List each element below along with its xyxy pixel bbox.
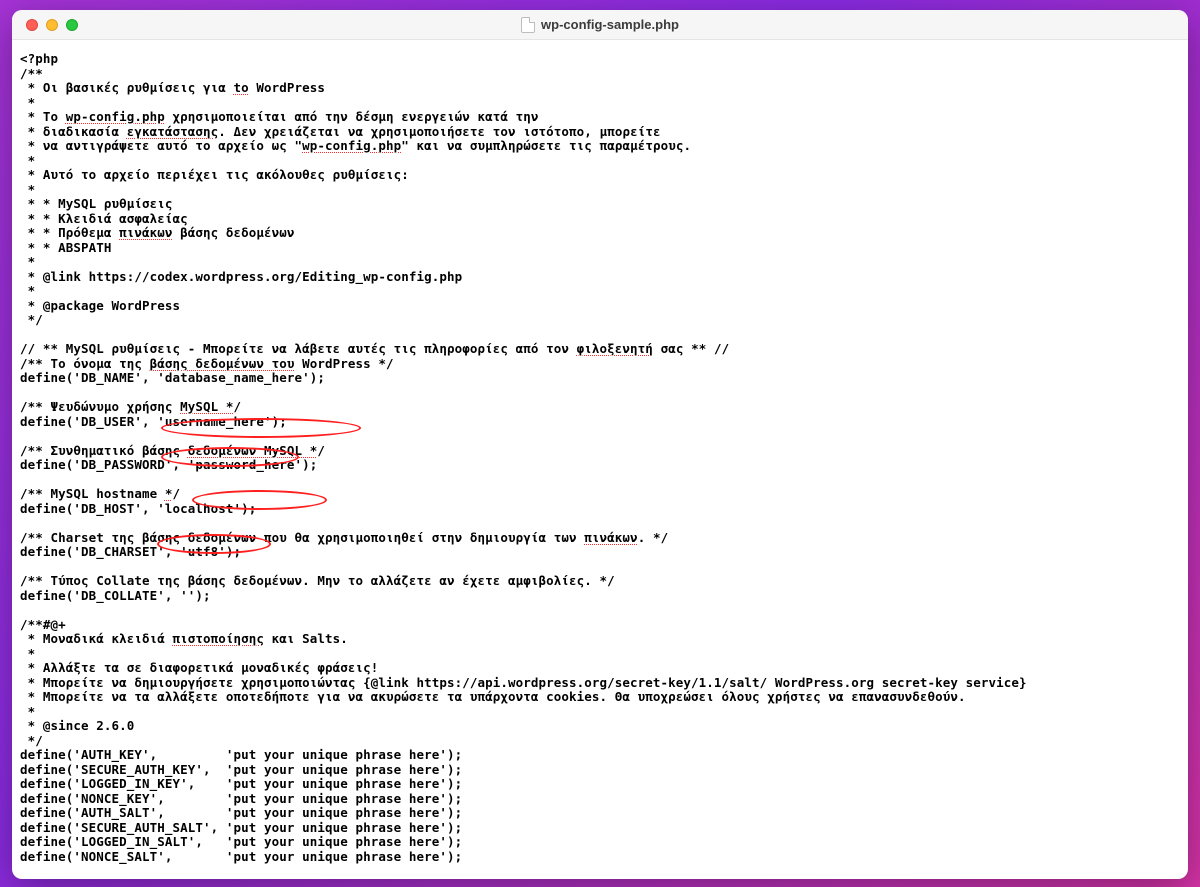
misspell: δεδομένων MySQL * xyxy=(188,443,318,458)
misspell: πινάκων xyxy=(584,530,637,545)
misspell: εγκατάστασης xyxy=(127,124,219,139)
source-code[interactable]: <?php /** * Οι βασικές ρυθμίσεις για to … xyxy=(20,52,1180,864)
minimize-button-icon[interactable] xyxy=(46,19,58,31)
editor-window: wp-config-sample.php <?php /** * Οι βασι… xyxy=(12,10,1188,879)
window-title: wp-config-sample.php xyxy=(12,17,1188,33)
misspell: wp-config.php xyxy=(66,109,165,124)
misspell: φιλοξενητή xyxy=(577,341,653,356)
window-title-text: wp-config-sample.php xyxy=(541,17,679,32)
close-button-icon[interactable] xyxy=(26,19,38,31)
misspell: to xyxy=(234,80,249,95)
misspell: wp-config.php xyxy=(302,138,401,153)
define-db-host: define('DB_HOST', 'localhost'); xyxy=(20,501,256,516)
misspell: βάσης δεδομένων του xyxy=(150,356,295,371)
file-icon xyxy=(521,17,535,33)
define-db-password: define('DB_PASSWORD', 'password_here'); xyxy=(20,457,317,472)
titlebar: wp-config-sample.php xyxy=(12,10,1188,40)
define-db-name: define('DB_NAME', 'database_name_here'); xyxy=(20,370,325,385)
define-db-user: define('DB_USER', 'username_here'); xyxy=(20,414,287,429)
misspell: πιστοποίησης xyxy=(173,631,265,646)
zoom-button-icon[interactable] xyxy=(66,19,78,31)
misspell: * xyxy=(165,486,173,501)
traffic-lights xyxy=(12,19,78,31)
editor-content-area[interactable]: <?php /** * Οι βασικές ρυθμίσεις για to … xyxy=(12,40,1188,879)
misspell: MySQL * xyxy=(180,399,233,414)
misspell: πινάκων xyxy=(119,225,172,240)
